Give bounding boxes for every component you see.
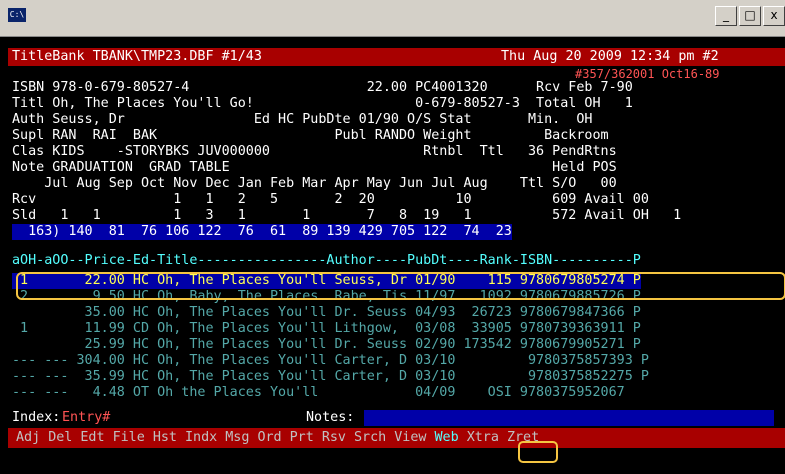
record-author: Auth Seuss, Dr Ed HC PubDte 01/90 O/S St… — [12, 112, 593, 127]
index-field[interactable]: Entry# — [62, 410, 110, 426]
menu-item-web[interactable]: Web — [435, 430, 459, 446]
table-row[interactable]: --- --- 4.48 OT Oh the Places You'll 04/… — [12, 385, 625, 401]
menu-item-rsv[interactable]: Rsv — [322, 430, 346, 446]
record-class: Clas KIDS -STORYBKS JUV000000 Rtnbl Ttl … — [12, 144, 617, 159]
menu-item-ord[interactable]: Ord — [257, 430, 281, 446]
console-icon[interactable]: C:\ — [8, 8, 26, 22]
table-row[interactable]: 1 11.99 CD Oh, The Places You'll Lithgow… — [12, 321, 641, 337]
console-screen: TitleBank TBANK\TMP23.DBF #1/43 Thu Aug … — [8, 48, 785, 474]
notes-field[interactable] — [364, 410, 774, 426]
table-row[interactable]: 25.99 HC Oh, The Places You'll Dr. Seuss… — [12, 337, 641, 353]
menu-item-zret[interactable]: Zret — [507, 430, 539, 446]
header-left: TitleBank TBANK\TMP23.DBF #1/43 — [12, 49, 262, 64]
table-row[interactable]: 1 22.00 HC Oh, The Places You'll Seuss, … — [12, 273, 641, 289]
menu-item-view[interactable]: View — [394, 430, 426, 446]
command-menu: Adj Del Edt File Hst Indx Msg Ord Prt Rs… — [16, 430, 539, 446]
menu-item-indx[interactable]: Indx — [185, 430, 217, 446]
menu-item-srch[interactable]: Srch — [354, 430, 386, 446]
record-months: Jul Aug Sep Oct Nov Dec Jan Feb Mar Apr … — [12, 176, 617, 191]
menu-item-del[interactable]: Del — [48, 430, 72, 446]
menu-item-prt[interactable]: Prt — [290, 430, 314, 446]
close-button[interactable]: x — [763, 6, 785, 26]
record-history: 163) 140 81 76 106 122 76 61 89 139 429 … — [12, 224, 512, 240]
menu-item-file[interactable]: File — [113, 430, 145, 446]
record-note: Note GRADUATION GRAD TABLE Held POS — [12, 160, 617, 175]
table-header: aOH-aOO--Price-Ed-Title----------------A… — [12, 253, 641, 268]
record-supplier: Supl RAN RAI BAK Publ RANDO Weight Backr… — [12, 128, 609, 143]
table-row[interactable]: 2 9.50 HC Oh, Baby, The Places Rabe, Tis… — [12, 289, 641, 305]
header-right: Thu Aug 20 2009 12:34 pm #2 — [501, 49, 719, 64]
menu-item-edt[interactable]: Edt — [80, 430, 104, 446]
menu-item-msg[interactable]: Msg — [225, 430, 249, 446]
menu-item-adj[interactable]: Adj — [16, 430, 40, 446]
record-received: Rcv 1 1 2 5 2 20 10 609 Avail 00 — [12, 192, 649, 207]
console-window: C:\ _ □ x TitleBank TBANK\TMP23.DBF #1/4… — [0, 0, 785, 474]
table-row[interactable]: --- --- 304.00 HC Oh, The Places You'll … — [12, 353, 649, 369]
index-label: Index: — [12, 410, 61, 425]
minimize-button[interactable]: _ — [715, 6, 737, 26]
maximize-button[interactable]: □ — [739, 6, 761, 26]
notes-label: Notes: — [306, 410, 355, 425]
table-row[interactable]: 35.00 HC Oh, The Places You'll Dr. Seuss… — [12, 305, 641, 321]
window-titlebar: C:\ _ □ x — [0, 0, 785, 37]
table-row[interactable]: --- --- 35.99 HC Oh, The Places You'll C… — [12, 369, 649, 385]
menu-item-hst[interactable]: Hst — [153, 430, 177, 446]
record-isbn: ISBN 978-0-679-80527-4 22.00 PC4001320 R… — [12, 80, 633, 95]
record-sold: Sld 1 1 1 3 1 1 7 8 19 1 572 Avail OH 1 — [12, 208, 682, 223]
menu-item-xtra[interactable]: Xtra — [467, 430, 499, 446]
record-title: Titl Oh, The Places You'll Go! 0-679-805… — [12, 96, 633, 111]
